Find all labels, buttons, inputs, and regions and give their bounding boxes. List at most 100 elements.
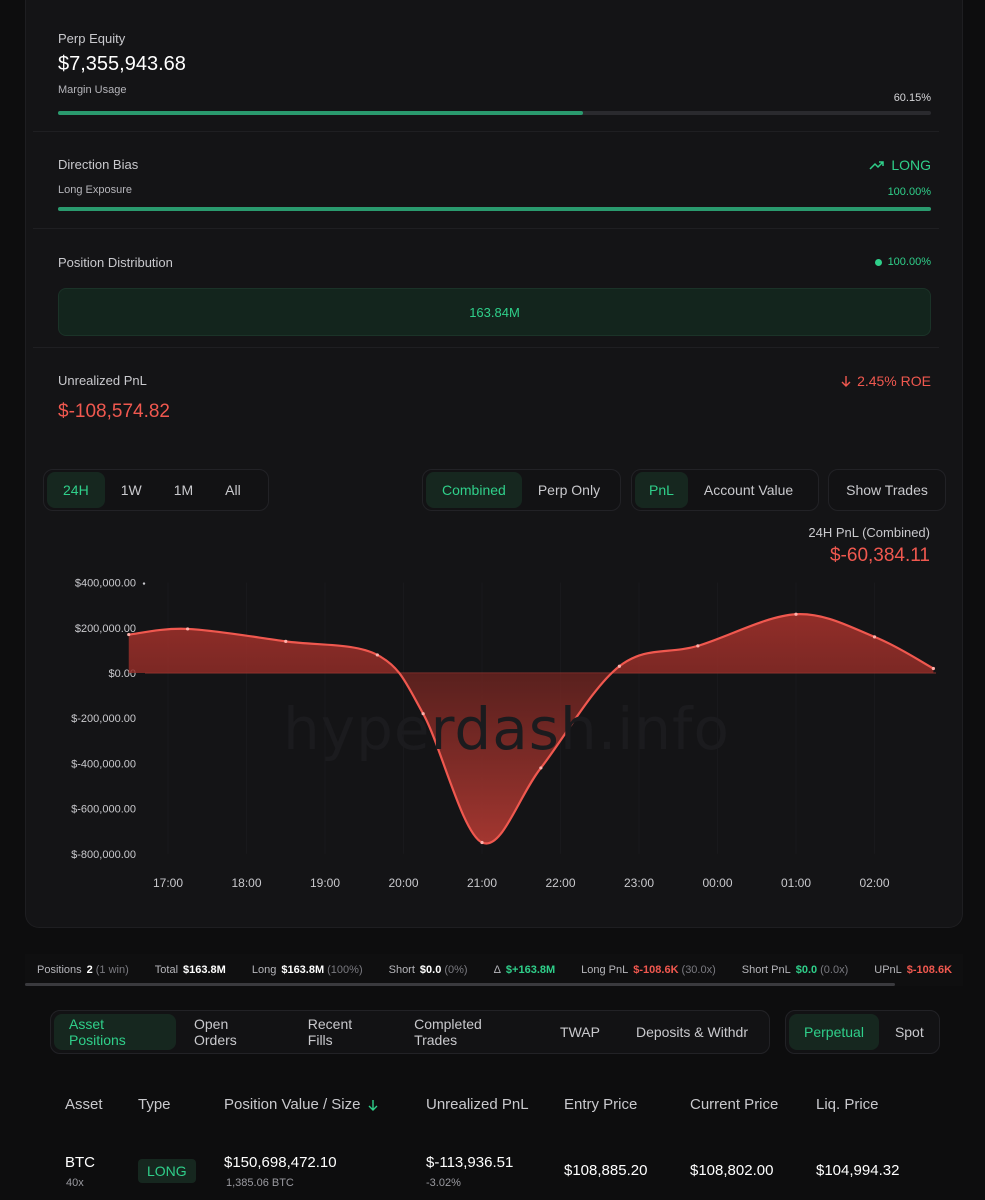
data-point xyxy=(375,653,379,657)
summary-stat: Long PnL $-108.6K (30.0x) xyxy=(581,964,730,976)
margin-usage-fill xyxy=(58,111,584,115)
summary-stat-value: $+163.8M xyxy=(505,964,556,976)
summary-stat: Positions 2 (1 win) xyxy=(37,964,143,976)
tab-completed-trades[interactable]: Completed Trades xyxy=(396,1014,542,1050)
data-point xyxy=(539,766,543,770)
summary-stat-note: (30.0x) xyxy=(681,964,716,976)
data-point xyxy=(696,644,700,648)
show-trades-button[interactable]: Show Trades xyxy=(828,469,946,511)
data-point xyxy=(284,639,288,643)
tab-recent-fills[interactable]: Recent Fills xyxy=(290,1014,396,1050)
tab-24h[interactable]: 24H xyxy=(47,472,105,508)
col-type[interactable]: Type xyxy=(138,1096,171,1113)
tab-all[interactable]: All xyxy=(209,472,257,508)
tab-1m[interactable]: 1M xyxy=(158,472,209,508)
tab-perp-only[interactable]: Perp Only xyxy=(522,472,616,508)
long-exposure-value: 100.00% xyxy=(887,186,931,198)
col-entry-price[interactable]: Entry Price xyxy=(564,1096,637,1113)
y-tick-label: $-400,000.00 xyxy=(71,758,136,770)
summary-stat-label: Δ xyxy=(493,964,501,976)
divider xyxy=(33,228,939,229)
y-tick-label: $200,000.00 xyxy=(75,623,136,635)
mode-tabs: Combined Perp Only xyxy=(422,469,621,511)
tab-spot[interactable]: Spot xyxy=(879,1014,939,1050)
x-tick-label: 18:00 xyxy=(231,876,261,890)
margin-usage-value: 60.15% xyxy=(893,92,931,104)
horizontal-scrollbar[interactable] xyxy=(25,983,895,986)
direction-bias-text: LONG xyxy=(891,157,931,173)
upnl-label: Unrealized PnL xyxy=(58,373,147,388)
roe-value: 2.45% ROE xyxy=(841,373,931,389)
distribution-pct-text: 100.00% xyxy=(887,256,931,268)
roe-text: 2.45% ROE xyxy=(857,373,931,389)
data-point xyxy=(480,840,484,845)
divider xyxy=(33,347,939,348)
summary-stat-value: $-108.6K xyxy=(906,964,953,976)
col-position-value-label: Position Value / Size xyxy=(224,1096,361,1113)
summary-stat: UPnL $-108.6K xyxy=(874,964,963,976)
divider xyxy=(33,131,939,132)
x-tick-label: 19:00 xyxy=(310,876,340,890)
x-tick-label: 01:00 xyxy=(781,876,811,890)
current-price: $108,802.00 xyxy=(690,1162,774,1179)
perp-equity-label: Perp Equity xyxy=(58,31,126,46)
chart-title: 24H PnL (Combined) xyxy=(808,525,930,540)
summary-stat-value: $-108.6K xyxy=(633,964,679,976)
x-tick-label: 20:00 xyxy=(388,876,418,890)
col-liq-price[interactable]: Liq. Price xyxy=(816,1096,879,1113)
summary-stat-label: Long xyxy=(251,964,277,976)
tab-deposits-withdrawals[interactable]: Deposits & Withdr xyxy=(618,1014,766,1050)
dot-icon xyxy=(874,258,882,266)
col-current-price[interactable]: Current Price xyxy=(690,1096,778,1113)
upnl-section: Unrealized PnL 2.45% ROE $-108,574.82 xyxy=(58,373,931,423)
col-unrealized-pnl[interactable]: Unrealized PnL xyxy=(426,1096,529,1113)
data-point xyxy=(617,664,621,668)
asset-leverage: 40x xyxy=(66,1177,84,1189)
summary-stat-label: Short xyxy=(388,964,415,976)
data-point xyxy=(421,712,425,716)
data-point xyxy=(186,627,190,631)
y-tick-label: $-600,000.00 xyxy=(71,804,136,816)
upnl-value: $-108,574.82 xyxy=(58,401,170,422)
summary-stat-note: (0.0x) xyxy=(820,964,849,976)
summary-stat-note: (1 win) xyxy=(95,964,129,976)
summary-stat-label: Short PnL xyxy=(741,964,791,976)
data-point xyxy=(872,635,877,639)
tab-1w[interactable]: 1W xyxy=(105,472,158,508)
position-distribution-label: Position Distribution xyxy=(58,255,173,270)
summary-stat-label: Positions xyxy=(37,964,82,976)
summary-stat-label: UPnL xyxy=(874,964,902,976)
summary-stat-value: 2 xyxy=(86,964,93,976)
distribution-pct: 100.00% xyxy=(874,256,931,268)
data-point xyxy=(931,666,935,671)
direction-bias-value: LONG xyxy=(869,157,931,173)
y-tick-label: $-200,000.00 xyxy=(71,713,136,725)
tab-combined[interactable]: Combined xyxy=(426,472,522,508)
summary-stat-note: (0%) xyxy=(444,964,468,976)
tab-account-value[interactable]: Account Value xyxy=(688,472,809,508)
x-tick-label: 22:00 xyxy=(545,876,575,890)
pnl-chart: $400,000.00$200,000.00$0.00$-200,000.00$… xyxy=(71,578,936,890)
tab-pnl[interactable]: PnL xyxy=(635,472,688,508)
margin-usage-bar xyxy=(58,111,931,115)
liq-price: $104,994.32 xyxy=(816,1162,900,1179)
summary-stat-note: (100%) xyxy=(327,964,363,976)
tab-open-orders[interactable]: Open Orders xyxy=(176,1014,290,1050)
position-type-badge: LONG xyxy=(138,1159,196,1183)
tab-perpetual[interactable]: Perpetual xyxy=(789,1014,879,1050)
tab-asset-positions[interactable]: Asset Positions xyxy=(54,1014,176,1050)
distribution-bar: 163.84M xyxy=(58,288,931,336)
col-position-value[interactable]: Position Value / Size xyxy=(224,1096,378,1113)
data-point xyxy=(794,612,798,616)
x-tick-label: 00:00 xyxy=(702,876,732,890)
long-exposure-bar xyxy=(58,207,931,211)
summary-stat: Δ $+163.8M xyxy=(494,964,570,976)
market-tabs: Perpetual Spot xyxy=(785,1010,940,1054)
x-tick-label: 17:00 xyxy=(153,876,183,890)
summary-stat: Total $163.8M xyxy=(155,964,240,976)
position-tabs: Asset Positions Open Orders Recent Fills… xyxy=(50,1010,770,1054)
summary-stat-label: Long PnL xyxy=(581,964,629,976)
col-asset[interactable]: Asset xyxy=(65,1096,103,1113)
direction-section: Direction Bias LONG Long Exposure 100.00… xyxy=(58,157,931,211)
tab-twap[interactable]: TWAP xyxy=(542,1014,618,1050)
